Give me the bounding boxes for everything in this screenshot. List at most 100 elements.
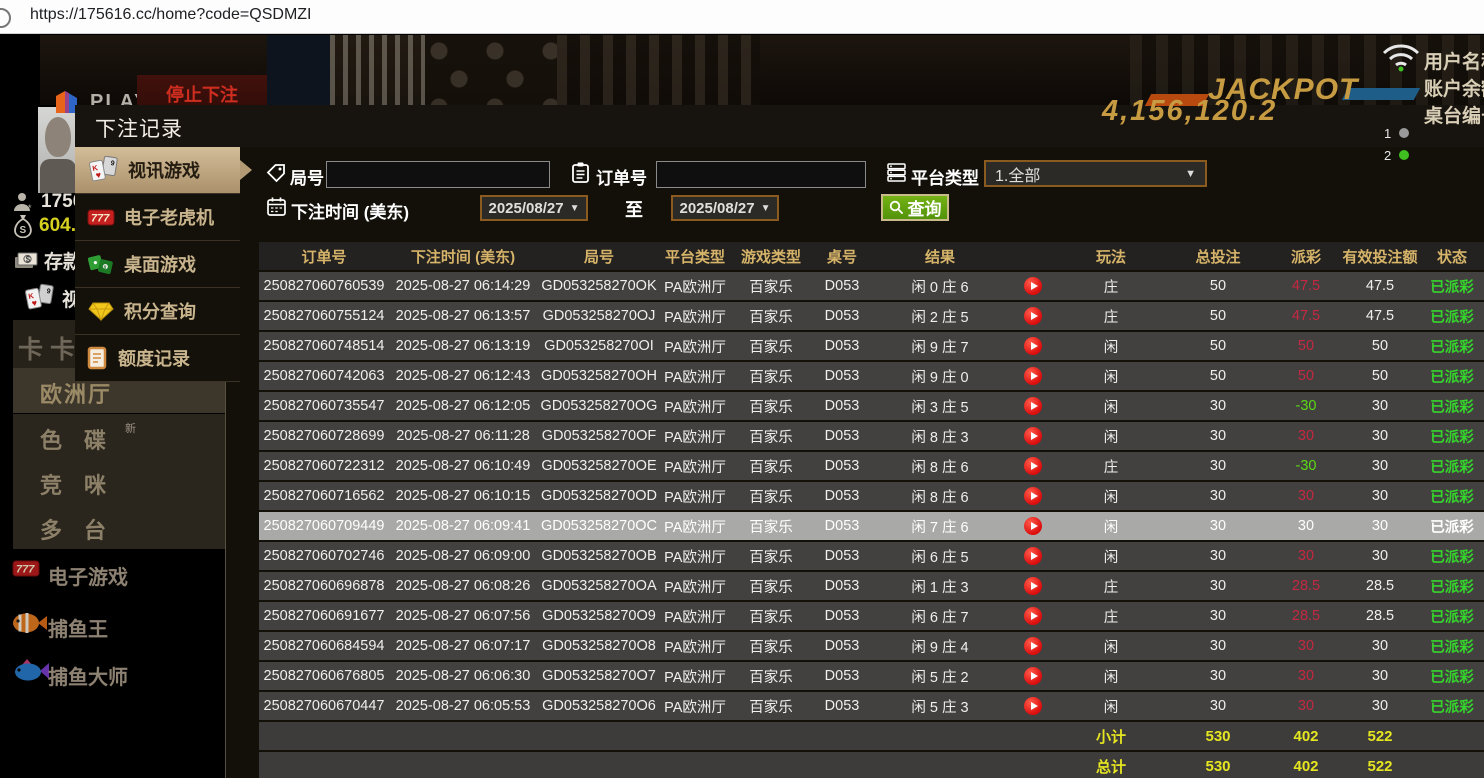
column-header — [1009, 242, 1057, 271]
table-row[interactable]: 2508270606704472025-08-27 06:05:53GD0532… — [259, 691, 1484, 721]
summary-empty-cell — [537, 721, 661, 751]
summary-empty-cell — [729, 721, 813, 751]
menu-item-points-query[interactable]: 积分查询 — [75, 288, 240, 335]
replay-button[interactable] — [1024, 367, 1042, 385]
table-row[interactable]: 2508270607094492025-08-27 06:09:41GD0532… — [259, 511, 1484, 541]
valid-bet-cell: 30 — [1341, 631, 1419, 661]
money-bag-icon: S — [13, 214, 33, 238]
play-type-cell: 闲 — [1057, 631, 1165, 661]
round-input[interactable] — [326, 161, 550, 188]
deposit-button[interactable]: $ 存款 — [14, 247, 82, 274]
table-row[interactable]: 2508270607551242025-08-27 06:13:57GD0532… — [259, 301, 1484, 331]
table-row[interactable]: 2508270607420632025-08-27 06:12:43GD0532… — [259, 361, 1484, 391]
total-bet-cell: 30 — [1165, 601, 1271, 631]
replay-button[interactable] — [1024, 517, 1042, 535]
lobby-tab-jingmi[interactable]: 竞咪 — [13, 459, 225, 504]
menu-item-video-games[interactable]: 9 K ♥ 视讯游戏 — [75, 147, 240, 194]
payout-cell: 50 — [1271, 361, 1341, 391]
browser-address-bar[interactable]: https://175616.cc/home?code=QSDMZI — [0, 0, 1484, 34]
table-row[interactable]: 2508270607223122025-08-27 06:10:49GD0532… — [259, 451, 1484, 481]
replay-cell — [1009, 601, 1057, 631]
menu-item-credit-records[interactable]: 额度记录 — [75, 335, 240, 382]
payout-cell: 47.5 — [1271, 271, 1341, 301]
status-cell: 已派彩 — [1419, 391, 1484, 421]
summary-empty-cell — [661, 751, 729, 778]
search-button[interactable]: 查询 — [881, 194, 949, 221]
blue-fish-icon — [12, 657, 50, 685]
table-no-cell: D053 — [813, 361, 871, 391]
menu-item-table-games[interactable]: $ 桌面游戏 — [75, 241, 240, 288]
replay-button[interactable] — [1024, 397, 1042, 415]
replay-button[interactable] — [1024, 607, 1042, 625]
column-header: 状态 — [1419, 242, 1484, 271]
line-1-indicator[interactable]: 1 — [1384, 126, 1409, 141]
table-row[interactable]: 2508270607605392025-08-27 06:14:29GD0532… — [259, 271, 1484, 301]
platform-cell: PA欧洲厅 — [661, 631, 729, 661]
total-bet-cell: 30 — [1165, 481, 1271, 511]
sidebar-item-slots[interactable]: 777 电子游戏 — [0, 549, 225, 597]
sidebar-item-fishing-king[interactable]: 捕鱼王 — [0, 601, 225, 649]
table-row[interactable]: 2508270607286992025-08-27 06:11:28GD0532… — [259, 421, 1484, 451]
replay-button[interactable] — [1024, 277, 1042, 295]
date-from-select[interactable]: 2025/08/27 ▼ — [480, 195, 588, 221]
time-cell: 2025-08-27 06:08:26 — [389, 571, 537, 601]
banner-segment — [557, 35, 760, 105]
table-row[interactable]: 2508270606768052025-08-27 06:06:30GD0532… — [259, 661, 1484, 691]
table-number-label: 桌台编号 — [1424, 101, 1484, 128]
video-game-tab[interactable]: 9 K ♥ 视 — [22, 283, 81, 313]
sidebar-item-fishing-master[interactable]: 捕鱼大师 — [0, 649, 225, 697]
game-type-cell: 百家乐 — [729, 601, 813, 631]
replay-button[interactable] — [1024, 547, 1042, 565]
wifi-icon — [1380, 41, 1422, 73]
table-row[interactable]: 2508270607355472025-08-27 06:12:05GD0532… — [259, 391, 1484, 421]
summary-valid-cell: 522 — [1341, 751, 1419, 778]
game-type-cell: 百家乐 — [729, 691, 813, 721]
banner-segment — [425, 35, 557, 105]
valid-bet-cell: 30 — [1341, 541, 1419, 571]
game-type-cell: 百家乐 — [729, 331, 813, 361]
replay-button[interactable] — [1024, 337, 1042, 355]
order-input[interactable] — [656, 161, 866, 188]
table-row[interactable]: 2508270606845942025-08-27 06:07:17GD0532… — [259, 631, 1484, 661]
table-row[interactable]: 2508270606968782025-08-27 06:08:26GD0532… — [259, 571, 1484, 601]
platform-cell: PA欧洲厅 — [661, 691, 729, 721]
table-row[interactable]: 2508270607165622025-08-27 06:10:15GD0532… — [259, 481, 1484, 511]
play-type-cell: 闲 — [1057, 511, 1165, 541]
order-label: 订单号 — [596, 164, 647, 189]
platform-select[interactable]: 1.全部 ▼ — [984, 160, 1207, 187]
user-id-row: * 1756 — [13, 191, 83, 213]
replay-button[interactable] — [1024, 457, 1042, 475]
date-to-select[interactable]: 2025/08/27 ▼ — [671, 195, 779, 221]
play-type-cell: 闲 — [1057, 661, 1165, 691]
status-cell: 已派彩 — [1419, 661, 1484, 691]
replay-button[interactable] — [1024, 667, 1042, 685]
replay-button[interactable] — [1024, 577, 1042, 595]
user-icon: * — [13, 192, 35, 212]
platform-cell: PA欧洲厅 — [661, 481, 729, 511]
line-2-indicator[interactable]: 2 — [1384, 148, 1409, 163]
table-row[interactable]: 2508270607485142025-08-27 06:13:19GD0532… — [259, 331, 1484, 361]
menu-item-slots[interactable]: 777 电子老虎机 — [75, 194, 240, 241]
url-text[interactable]: https://175616.cc/home?code=QSDMZI — [30, 6, 311, 24]
replay-button[interactable] — [1024, 697, 1042, 715]
game-type-cell: 百家乐 — [729, 421, 813, 451]
order-cell: 250827060755124 — [259, 301, 389, 331]
table-row[interactable]: 2508270606916772025-08-27 06:07:56GD0532… — [259, 601, 1484, 631]
platform-value: 1.全部 — [995, 162, 1040, 186]
table-no-cell: D053 — [813, 451, 871, 481]
table-row[interactable]: 2508270607027462025-08-27 06:09:00GD0532… — [259, 541, 1484, 571]
replay-button[interactable] — [1024, 427, 1042, 445]
summary-payout-cell: 402 — [1271, 721, 1341, 751]
table-no-cell: D053 — [813, 271, 871, 301]
replay-button[interactable] — [1024, 637, 1042, 655]
valid-bet-cell: 47.5 — [1341, 301, 1419, 331]
replay-button[interactable] — [1024, 307, 1042, 325]
lobby-tab-duotai[interactable]: 多台 — [13, 504, 225, 549]
game-type-cell: 百家乐 — [729, 661, 813, 691]
replay-button[interactable] — [1024, 487, 1042, 505]
reload-icon[interactable] — [0, 8, 11, 28]
valid-bet-cell: 28.5 — [1341, 601, 1419, 631]
time-cell: 2025-08-27 06:14:29 — [389, 271, 537, 301]
sedie-tab-label: 色碟 — [40, 423, 128, 455]
lobby-tab-sedie[interactable]: 色碟 新 — [13, 414, 225, 459]
